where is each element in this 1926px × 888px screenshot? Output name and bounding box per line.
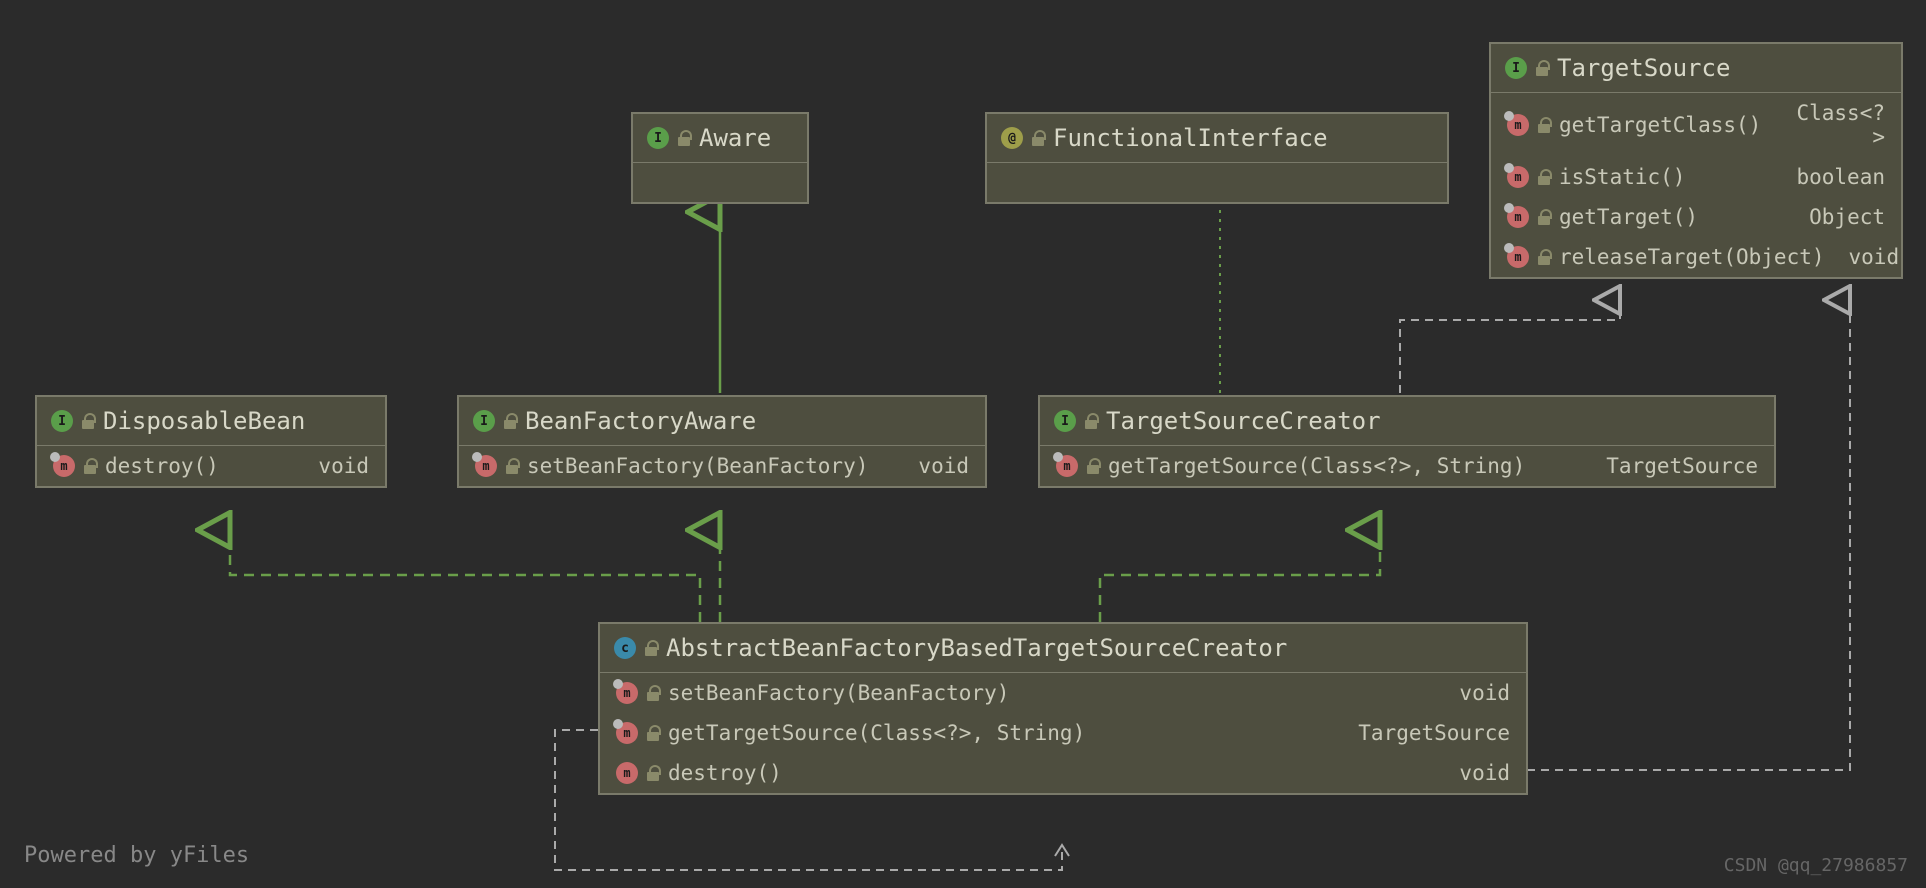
member-name: getTargetSource(Class<?>, String): [668, 721, 1334, 745]
method-icon: m: [1507, 206, 1529, 228]
method-icon: m: [1056, 455, 1078, 477]
class-icon: c: [614, 637, 636, 659]
uml-header: @ FunctionalInterface: [987, 114, 1447, 162]
lock-icon: [1537, 249, 1551, 265]
uml-title: FunctionalInterface: [1053, 124, 1328, 152]
footer-powered-by: Powered by yFiles: [24, 843, 249, 868]
uml-title: BeanFactoryAware: [525, 407, 756, 435]
uml-box-bean-factory-aware[interactable]: I BeanFactoryAware m setBeanFactory(Bean…: [457, 395, 987, 488]
uml-member-row: m setBeanFactory(BeanFactory) void: [600, 673, 1526, 713]
lock-icon: [1537, 209, 1551, 225]
lock-icon: [1084, 413, 1098, 429]
uml-member-row: m getTargetClass() Class<?>: [1491, 93, 1901, 157]
uml-header: I TargetSource: [1491, 44, 1901, 93]
member-name: isStatic(): [1559, 165, 1772, 189]
uml-box-abstract-creator[interactable]: c AbstractBeanFactoryBasedTargetSourceCr…: [598, 622, 1528, 795]
lock-icon: [83, 458, 97, 474]
lock-icon: [646, 725, 660, 741]
lock-icon: [1031, 130, 1045, 146]
uml-title: Aware: [699, 124, 771, 152]
member-name: destroy(): [668, 761, 1435, 785]
uml-title: AbstractBeanFactoryBasedTargetSourceCrea…: [666, 634, 1287, 662]
uml-box-target-source-creator[interactable]: I TargetSourceCreator m getTargetSource(…: [1038, 395, 1776, 488]
member-name: setBeanFactory(BeanFactory): [527, 454, 894, 478]
uml-member-row: m destroy() void: [37, 446, 385, 486]
member-name: releaseTarget(Object): [1559, 245, 1825, 269]
uml-title: DisposableBean: [103, 407, 305, 435]
member-return: TargetSource: [1342, 721, 1510, 745]
lock-icon: [1537, 169, 1551, 185]
uml-box-functional-interface[interactable]: @ FunctionalInterface: [985, 112, 1449, 204]
uml-member-row: m setBeanFactory(BeanFactory) void: [459, 446, 985, 486]
footer-watermark: CSDN @qq_27986857: [1724, 855, 1908, 876]
member-return: void: [1833, 245, 1900, 269]
member-name: getTarget(): [1559, 205, 1785, 229]
uml-title: TargetSourceCreator: [1106, 407, 1381, 435]
member-return: void: [902, 454, 969, 478]
method-icon: m: [1507, 166, 1529, 188]
interface-icon: I: [51, 410, 73, 432]
method-icon: m: [616, 682, 638, 704]
uml-member-row: m releaseTarget(Object) void: [1491, 237, 1901, 277]
lock-icon: [81, 413, 95, 429]
uml-member-row: m getTargetSource(Class<?>, String) Targ…: [600, 713, 1526, 753]
interface-icon: I: [1054, 410, 1076, 432]
member-name: getTargetClass(): [1559, 113, 1761, 137]
uml-header: I BeanFactoryAware: [459, 397, 985, 446]
method-icon: m: [53, 455, 75, 477]
uml-header: I TargetSourceCreator: [1040, 397, 1774, 446]
member-name: destroy(): [105, 454, 294, 478]
uml-header: c AbstractBeanFactoryBasedTargetSourceCr…: [600, 624, 1526, 673]
uml-body: m setBeanFactory(BeanFactory) void: [459, 446, 985, 486]
lock-icon: [1535, 60, 1549, 76]
uml-box-disposable-bean[interactable]: I DisposableBean m destroy() void: [35, 395, 387, 488]
method-icon: m: [475, 455, 497, 477]
lock-icon: [644, 640, 658, 656]
uml-body: m getTargetSource(Class<?>, String) Targ…: [1040, 446, 1774, 486]
uml-member-row: m isStatic() boolean: [1491, 157, 1901, 197]
uml-title: TargetSource: [1557, 54, 1730, 82]
member-name: getTargetSource(Class<?>, String): [1108, 454, 1582, 478]
lock-icon: [646, 685, 660, 701]
uml-empty-body: [633, 162, 807, 202]
uml-box-aware[interactable]: I Aware: [631, 112, 809, 204]
member-return: void: [302, 454, 369, 478]
uml-body: m setBeanFactory(BeanFactory) void m get…: [600, 673, 1526, 793]
uml-body: m destroy() void: [37, 446, 385, 486]
method-icon: m: [616, 762, 638, 784]
interface-icon: I: [647, 127, 669, 149]
lock-icon: [677, 130, 691, 146]
uml-empty-body: [987, 162, 1447, 202]
annotation-icon: @: [1001, 127, 1023, 149]
interface-icon: I: [1505, 57, 1527, 79]
lock-icon: [1086, 458, 1100, 474]
member-return: Object: [1793, 205, 1885, 229]
member-return: void: [1443, 761, 1510, 785]
lock-icon: [646, 765, 660, 781]
uml-box-target-source[interactable]: I TargetSource m getTargetClass() Class<…: [1489, 42, 1903, 279]
lock-icon: [503, 413, 517, 429]
member-return: TargetSource: [1590, 454, 1758, 478]
uml-body: m getTargetClass() Class<?> m isStatic()…: [1491, 93, 1901, 277]
method-icon: m: [616, 722, 638, 744]
member-return: boolean: [1780, 165, 1885, 189]
member-name: setBeanFactory(BeanFactory): [668, 681, 1435, 705]
member-return: void: [1443, 681, 1510, 705]
method-icon: m: [1507, 246, 1529, 268]
uml-member-row: m getTarget() Object: [1491, 197, 1901, 237]
uml-member-row: m getTargetSource(Class<?>, String) Targ…: [1040, 446, 1774, 486]
lock-icon: [1537, 117, 1551, 133]
uml-member-row: m destroy() void: [600, 753, 1526, 793]
member-return: Class<?>: [1769, 101, 1885, 149]
method-icon: m: [1507, 114, 1529, 136]
interface-icon: I: [473, 410, 495, 432]
uml-header: I Aware: [633, 114, 807, 162]
lock-icon: [505, 458, 519, 474]
uml-header: I DisposableBean: [37, 397, 385, 446]
